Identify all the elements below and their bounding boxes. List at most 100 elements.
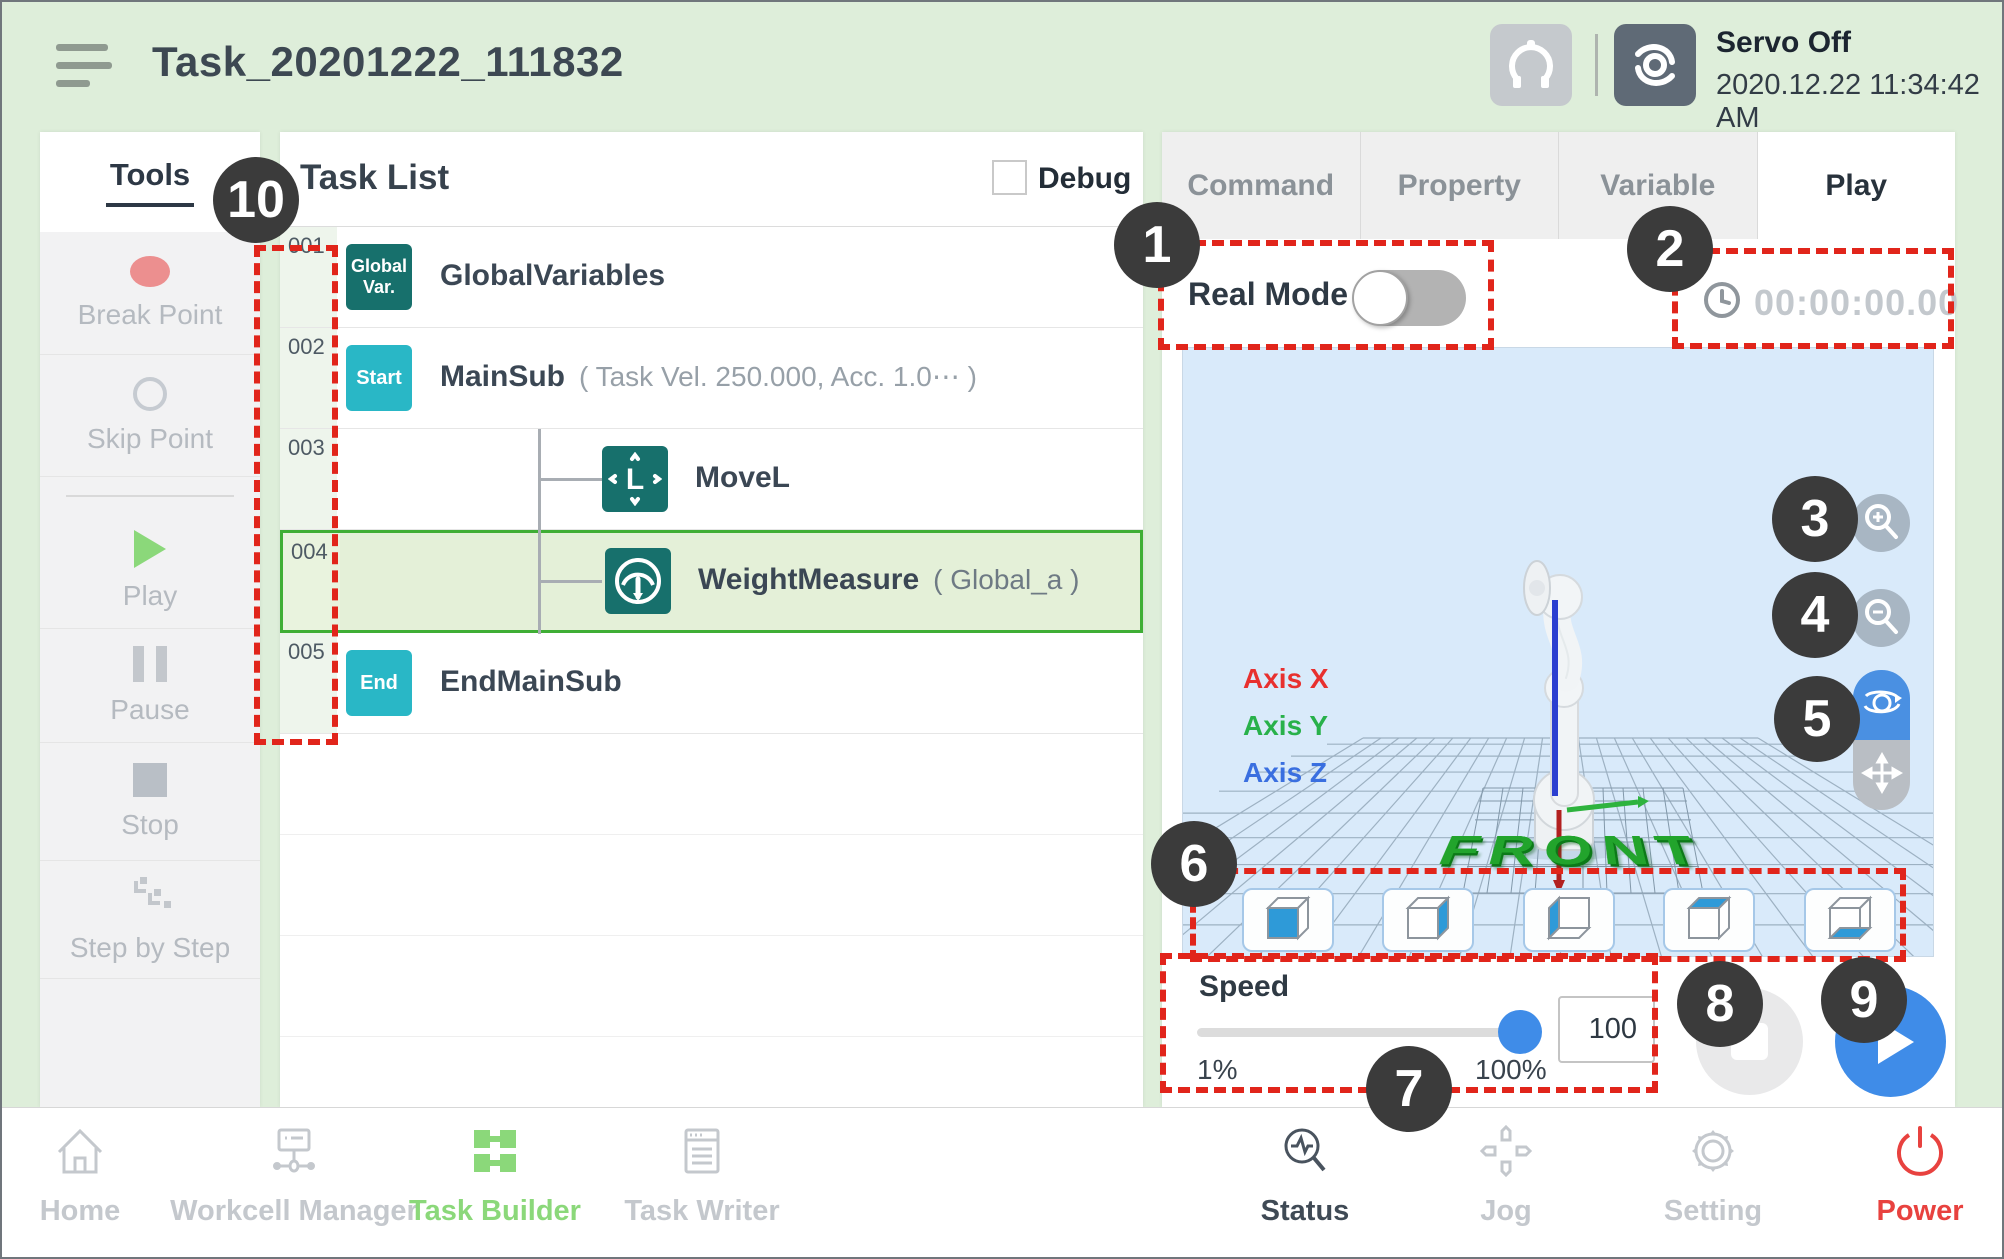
page-title: Task_20201222_111832 — [152, 38, 624, 86]
rotate-view-button[interactable] — [1853, 670, 1910, 740]
tool-break-point[interactable]: Break Point — [40, 232, 260, 354]
real-mode-toggle[interactable] — [1354, 270, 1466, 326]
row-label: GlobalVariables — [440, 259, 665, 293]
tool-pause[interactable]: Pause — [40, 628, 260, 742]
app-window: Task_20201222_111832 — [0, 0, 2004, 1259]
axis-y-label: Axis Y — [1243, 710, 1328, 742]
row-number: 002 — [280, 328, 337, 428]
menu-icon[interactable] — [56, 44, 112, 90]
front-direction-label: FRONT — [1371, 828, 1776, 875]
task-row-movel[interactable]: 003 L MoveL — [280, 429, 1143, 530]
cube-front-icon — [1260, 890, 1316, 951]
pan-arrows-icon — [1861, 752, 1903, 799]
cube-right-icon — [1400, 890, 1456, 951]
task-rows: 001 Global Var. GlobalVariables 002 Star… — [280, 227, 1143, 1107]
debug-checkbox[interactable] — [992, 160, 1027, 195]
task-row-global-variables[interactable]: 001 Global Var. GlobalVariables — [280, 227, 1143, 328]
annotation-badge-7: 7 — [1366, 1046, 1452, 1132]
empty-row — [280, 835, 1143, 936]
row-label: MainSub( Task Vel. 250.000, Acc. 1.0⋯ ) — [440, 360, 977, 394]
axis-z-label: Axis Z — [1243, 757, 1327, 789]
bottom-nav: Home Workcell Manager — [2, 1107, 2002, 1259]
pan-view-button[interactable] — [1853, 740, 1910, 810]
speed-min-label: 1% — [1197, 1054, 1237, 1086]
row-label: MoveL — [695, 461, 790, 495]
tools-title: Tools — [106, 157, 194, 207]
row-label: WeightMeasure( Global_a ) — [698, 563, 1079, 597]
tools-divider — [40, 476, 260, 514]
start-icon: Start — [346, 345, 412, 411]
speed-slider-knob[interactable] — [1498, 1010, 1542, 1054]
view-top-button[interactable] — [1663, 888, 1755, 952]
servo-status-button[interactable] — [1614, 24, 1696, 106]
speed-value-input[interactable] — [1558, 996, 1655, 1063]
empty-row — [280, 936, 1143, 1037]
zoom-in-icon — [1861, 501, 1901, 546]
home-icon — [51, 1122, 109, 1185]
view-left-button[interactable] — [1523, 888, 1615, 952]
jog-dpad-icon — [1477, 1122, 1535, 1185]
annotation-badge-2: 2 — [1627, 206, 1713, 292]
timer-value: 00:00:00.00 — [1754, 282, 1959, 324]
task-row-mainsub[interactable]: 002 Start MainSub( Task Vel. 250.000, Ac… — [280, 328, 1143, 429]
tool-skip-point[interactable]: Skip Point — [40, 354, 260, 476]
view-right-button[interactable] — [1382, 888, 1474, 952]
skip-circle-icon — [133, 377, 167, 411]
real-mode-label: Real Mode — [1188, 276, 1348, 313]
right-panel-tabs: Command Property Variable Play — [1162, 132, 1955, 239]
annotation-badge-1: 1 — [1114, 202, 1200, 288]
servo-datetime: 2020.12.22 11:34:42 AM — [1716, 69, 2002, 135]
row-number: 003 — [280, 429, 337, 529]
annotation-badge-10: 10 — [213, 157, 299, 243]
global-var-icon: Global Var. — [346, 244, 412, 310]
task-list-header: Task List Debug — [280, 132, 1143, 227]
view-control-capsule — [1853, 670, 1910, 810]
annotation-badge-5: 5 — [1774, 676, 1860, 762]
cube-bottom-icon — [1822, 890, 1878, 951]
row-detail: ( Task Vel. 250.000, Acc. 1.0⋯ ) — [579, 361, 977, 392]
cube-top-icon — [1681, 890, 1737, 951]
row-number: 001 — [280, 227, 337, 327]
header: Task_20201222_111832 — [2, 2, 2002, 132]
cube-left-icon — [1541, 890, 1597, 951]
annotation-badge-6: 6 — [1151, 821, 1237, 907]
tree-line — [538, 478, 602, 481]
speed-max-label: 100% — [1475, 1054, 1547, 1086]
play-triangle-icon — [134, 530, 166, 568]
tab-play[interactable]: Play — [1758, 132, 1956, 239]
row-number: 005 — [280, 633, 337, 733]
row-label: EndMainSub — [440, 665, 622, 699]
timer-clock-icon — [1702, 280, 1742, 320]
view-front-button[interactable] — [1242, 888, 1334, 952]
breakpoint-dot-icon — [130, 256, 170, 287]
svg-text:L: L — [626, 463, 644, 496]
view-bottom-button[interactable] — [1804, 888, 1896, 952]
gripper-button[interactable] — [1490, 24, 1572, 106]
servo-info: Servo Off 2020.12.22 11:34:42 AM — [1716, 26, 2002, 135]
tool-label: Skip Point — [87, 423, 213, 455]
zoom-out-button[interactable] — [1852, 589, 1910, 647]
nav-power[interactable]: Power — [1790, 1122, 2004, 1228]
tool-label: Pause — [110, 694, 189, 726]
servo-status-text: Servo Off — [1716, 26, 2002, 60]
tool-play[interactable]: Play — [40, 514, 260, 628]
tool-step-by-step[interactable]: Step by Step — [40, 860, 260, 978]
empty-row — [280, 734, 1143, 835]
tools-sidebar: Tools Break Point Skip Point Play Pause … — [40, 132, 260, 1107]
task-builder-icon — [466, 1122, 524, 1185]
servo-swirl-icon — [1614, 93, 1696, 110]
stop-square-icon — [133, 763, 167, 797]
zoom-in-button[interactable] — [1852, 494, 1910, 552]
annotation-badge-8: 8 — [1677, 961, 1763, 1047]
tool-stop[interactable]: Stop — [40, 742, 260, 860]
nav-task-writer[interactable]: Task Writer — [572, 1122, 832, 1228]
tool-label: Break Point — [78, 299, 223, 331]
power-icon — [1891, 1122, 1949, 1185]
speed-slider-track[interactable] — [1197, 1028, 1535, 1037]
zoom-out-icon — [1861, 596, 1901, 641]
axis-x-label: Axis X — [1243, 663, 1329, 695]
task-row-weight-measure-selected[interactable]: 004 WeightMeasure( Global_a ) — [280, 530, 1143, 633]
rotate-icon — [1861, 682, 1903, 729]
task-row-endmainsub[interactable]: 005 End EndMainSub — [280, 633, 1143, 734]
tab-property[interactable]: Property — [1361, 132, 1560, 239]
